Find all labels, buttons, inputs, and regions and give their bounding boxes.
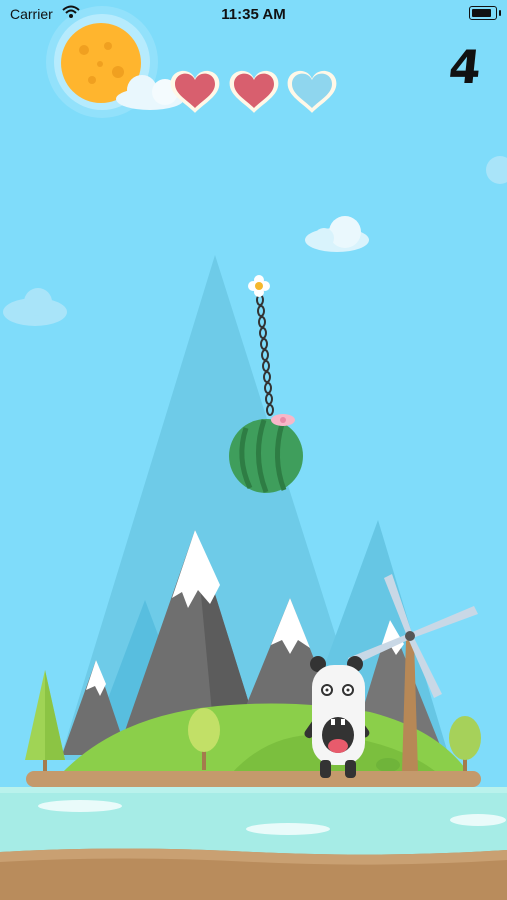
water xyxy=(0,787,507,857)
cloud xyxy=(3,288,67,326)
ground-platform xyxy=(26,771,481,787)
status-bar: Carrier 11:35 AM xyxy=(0,0,507,30)
lives-indicator xyxy=(170,70,337,113)
game-scene xyxy=(0,6,507,900)
heart-full-icon xyxy=(170,70,220,113)
bush xyxy=(376,758,400,772)
battery-icon xyxy=(469,6,501,20)
pine-tree xyxy=(25,670,65,775)
anchor-flower-icon xyxy=(248,275,270,297)
cloud xyxy=(486,156,507,184)
heart-full-icon xyxy=(229,70,279,113)
score-display: 4 xyxy=(446,40,484,94)
game-screen[interactable]: Carrier 11:35 AM 4 xyxy=(0,0,507,900)
clock: 11:35 AM xyxy=(221,6,286,23)
cloud xyxy=(305,216,369,252)
heart-empty-icon xyxy=(287,70,337,113)
